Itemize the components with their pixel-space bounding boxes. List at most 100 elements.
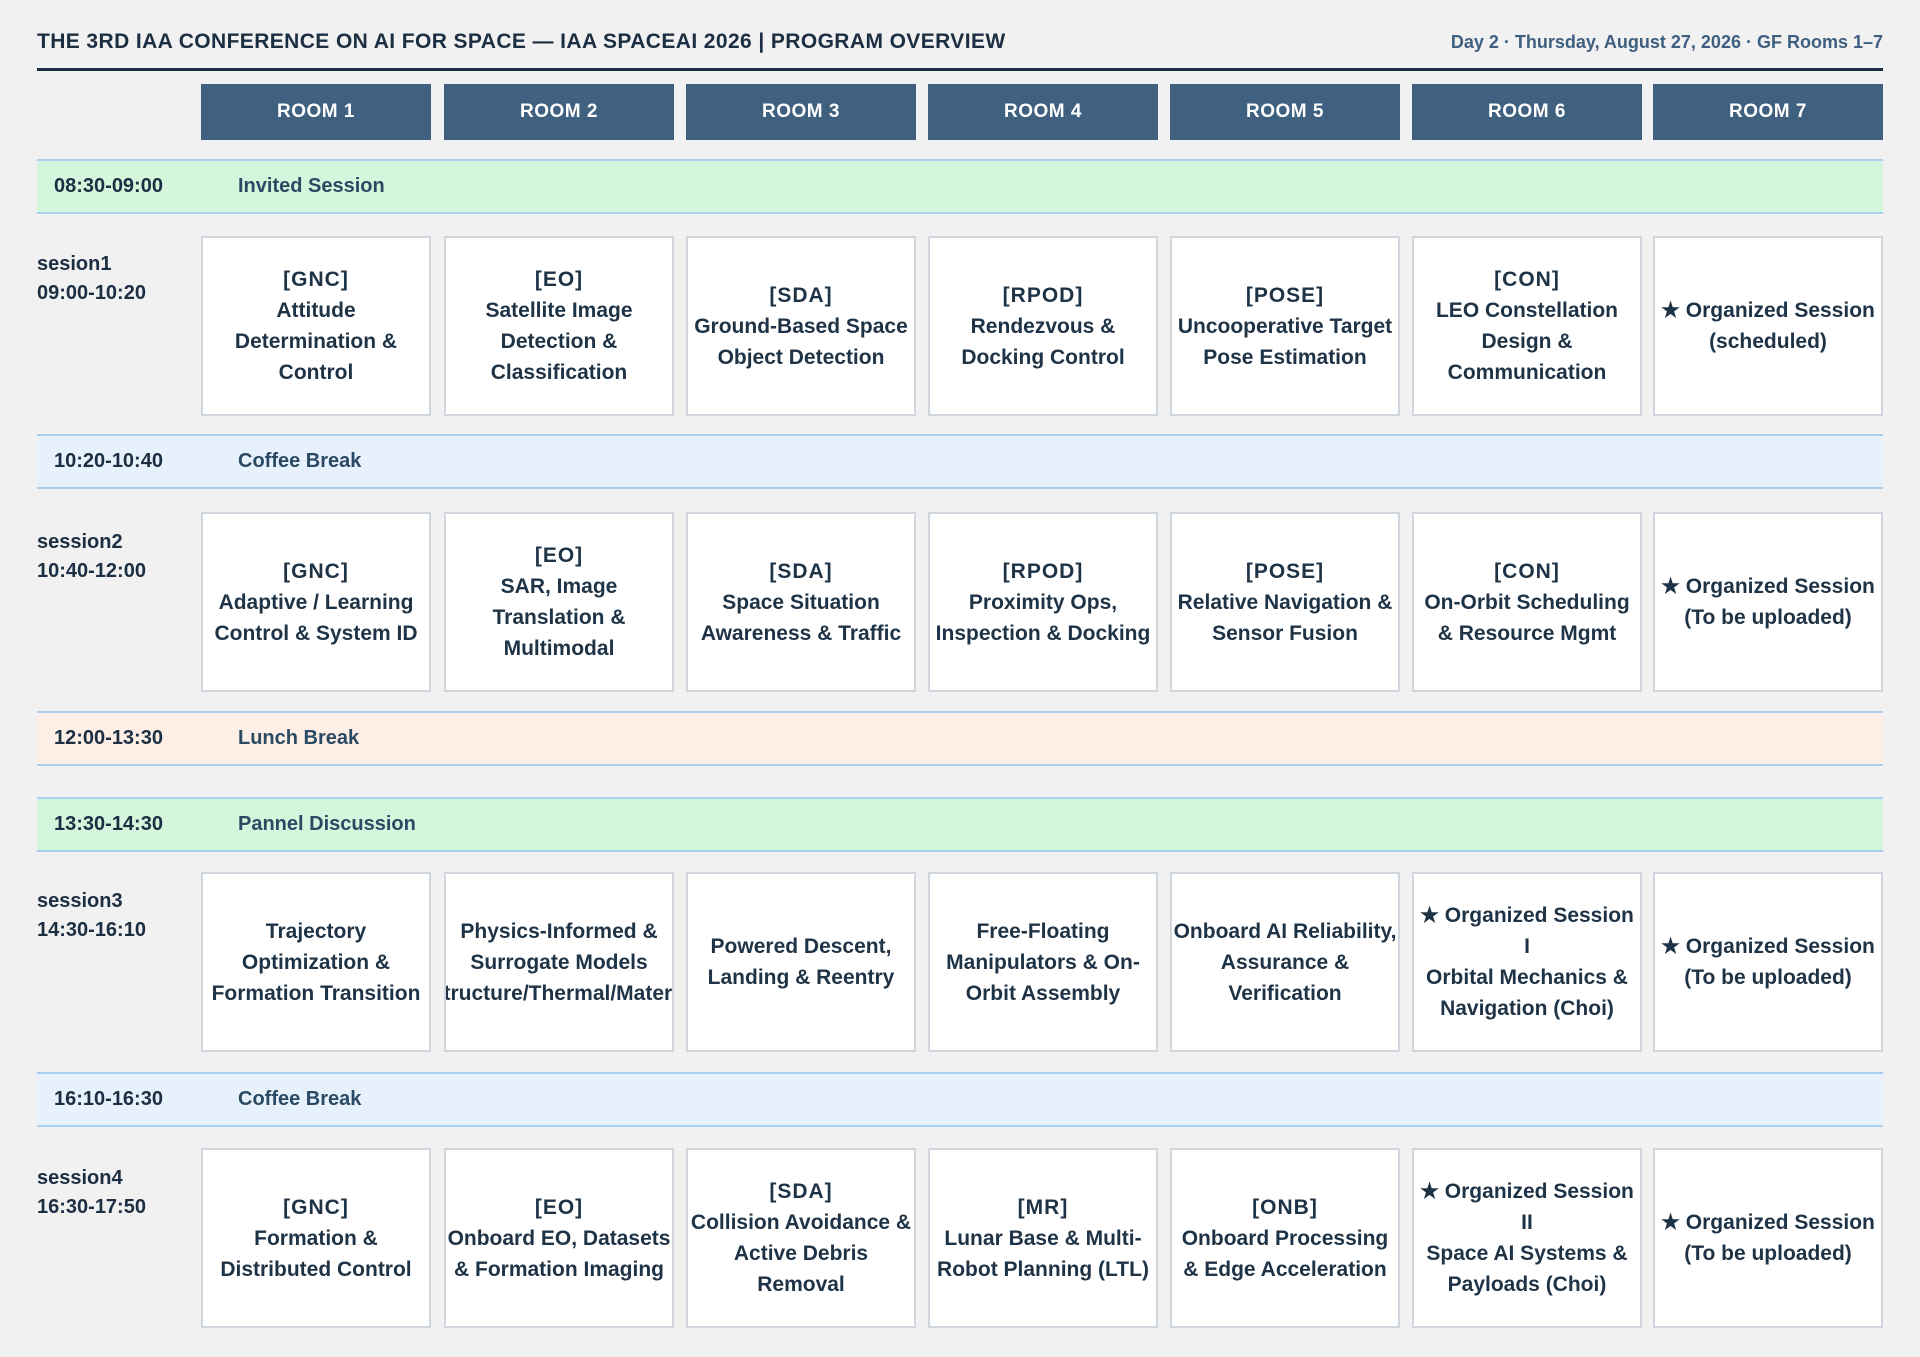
session-cell[interactable]: [EO] Satellite Image Detection & Classifica… bbox=[444, 236, 674, 416]
cell-text-line: Distributed Control bbox=[220, 1257, 412, 1281]
cell-text-line: Docking Control bbox=[961, 345, 1125, 369]
session-cell[interactable]: [MR] Lunar Base & Multi- Robot Planning (L… bbox=[928, 1148, 1158, 1328]
session-cell[interactable]: ★ Organized Session II Space AI Systems & P… bbox=[1412, 1148, 1642, 1328]
cell-text-line: II bbox=[1521, 1211, 1533, 1234]
session-cell[interactable]: ★ Organized Session I Orbital Mechanics & N… bbox=[1412, 872, 1642, 1052]
cell-text-line: Physics-Informed & bbox=[460, 919, 658, 943]
session-cell[interactable]: [SDA] Space Situation Awareness & Traffic bbox=[686, 512, 916, 692]
cell-text-line: Design & bbox=[1481, 330, 1573, 353]
track-tag: [RPOD] bbox=[1002, 283, 1084, 307]
session-cell[interactable]: ★ Organized Session (scheduled) bbox=[1653, 236, 1883, 416]
session-time: 14:30-16:10 bbox=[37, 919, 146, 941]
cell-text-line: & Formation Imaging bbox=[454, 1257, 664, 1281]
session-cell[interactable]: [GNC] Formation & Distributed Control bbox=[201, 1148, 431, 1328]
break-band: 12:00-13:30 Lunch Break bbox=[37, 711, 1883, 766]
track-tag: [SDA] bbox=[769, 559, 833, 583]
track-tag: [SDA] bbox=[769, 1180, 833, 1203]
session-cell[interactable]: Physics-Informed & Surrogate Models (Struc… bbox=[444, 872, 674, 1052]
band-label: Pannel Discussion bbox=[238, 813, 416, 835]
cell-text-line: Verification bbox=[1228, 981, 1342, 1005]
track-tag: [GNC] bbox=[283, 559, 349, 583]
cell-text-line: Powered Descent, bbox=[710, 935, 892, 958]
session-time: 10:40-12:00 bbox=[37, 560, 146, 582]
cell-text-line: Attitude bbox=[276, 299, 356, 322]
cell-text-line: Trajectory bbox=[265, 919, 367, 943]
cell-text-line: SAR, Image bbox=[500, 575, 618, 598]
room-header-6: ROOM 6 bbox=[1412, 84, 1642, 140]
session-label: session2 10:40-12:00 bbox=[37, 528, 146, 586]
track-tag: [CON] bbox=[1494, 268, 1560, 291]
session-cell[interactable]: Onboard AI Reliability, Assurance & Verifi… bbox=[1170, 872, 1400, 1052]
band-label: Coffee Break bbox=[238, 450, 362, 472]
session-cell[interactable]: Powered Descent, Landing & Reentry bbox=[686, 872, 916, 1052]
page-title: THE 3RD IAA CONFERENCE ON AI FOR SPACE —… bbox=[37, 30, 1006, 53]
session-cell[interactable]: Free-Floating Manipulators & On- Orbit Ass… bbox=[928, 872, 1158, 1052]
cell-text-line: & Edge Acceleration bbox=[1183, 1257, 1387, 1281]
session-name: session2 bbox=[37, 531, 123, 553]
session-time: 09:00-10:20 bbox=[37, 282, 146, 304]
cell-text-line: Surrogate Models bbox=[470, 950, 648, 974]
room-header-3: ROOM 3 bbox=[686, 84, 916, 140]
session-cell[interactable]: [EO] Onboard EO, Datasets & Formation Imag… bbox=[444, 1148, 674, 1328]
cell-text-line: Awareness & Traffic bbox=[700, 621, 902, 645]
session-cell[interactable]: [GNC] Attitude Determination & Control bbox=[201, 236, 431, 416]
break-band: 08:30-09:00 Invited Session bbox=[37, 159, 1883, 214]
cell-text-line: Uncooperative Target bbox=[1177, 314, 1393, 338]
session-cell[interactable]: [RPOD] Rendezvous & Docking Control bbox=[928, 236, 1158, 416]
session-cell[interactable]: ★ Organized Session (To be uploaded) bbox=[1653, 1148, 1883, 1328]
cell-text-line: Orbit Assembly bbox=[965, 981, 1121, 1005]
band-time: 08:30-09:00 bbox=[54, 175, 163, 197]
break-band: 13:30-14:30 Pannel Discussion bbox=[37, 797, 1883, 852]
program-overview-page: THE 3RD IAA CONFERENCE ON AI FOR SPACE —… bbox=[0, 0, 1920, 1357]
cell-text-line: Space Situation bbox=[722, 590, 880, 614]
track-tag: [SDA] bbox=[769, 283, 833, 307]
cell-text-line: Proximity Ops, bbox=[968, 590, 1118, 614]
track-tag: [EO] bbox=[534, 544, 584, 567]
cell-text-line: Classification bbox=[490, 361, 628, 384]
session-cell[interactable]: [EO] SAR, Image Translation & Multimodal bbox=[444, 512, 674, 692]
cell-text-line: ★ Organized Session bbox=[1661, 1211, 1875, 1234]
band-time: 12:00-13:30 bbox=[54, 727, 163, 749]
session-cell[interactable]: [CON] LEO Constellation Design & Communicat… bbox=[1412, 236, 1642, 416]
cell-text-line: Translation & bbox=[492, 606, 626, 629]
room-header-2: ROOM 2 bbox=[444, 84, 674, 140]
session-cell[interactable]: [SDA] Collision Avoidance & Active Debris R… bbox=[686, 1148, 916, 1328]
cell-text-line: Collision Avoidance & bbox=[690, 1211, 912, 1234]
band-time: 10:20-10:40 bbox=[54, 450, 163, 472]
session-cell[interactable]: [POSE] Uncooperative Target Pose Estimatio… bbox=[1170, 236, 1400, 416]
cell-text-line: Free-Floating bbox=[976, 919, 1110, 943]
cell-text-line: Inspection & Docking bbox=[935, 621, 1151, 645]
cell-text-line: LEO Constellation bbox=[1435, 299, 1618, 322]
cell-text-line: Object Detection bbox=[717, 345, 885, 369]
track-tag: [GNC] bbox=[283, 1195, 349, 1219]
cell-text-line: (To be uploaded) bbox=[1684, 1242, 1852, 1265]
room-header-4: ROOM 4 bbox=[928, 84, 1158, 140]
band-label: Coffee Break bbox=[238, 1088, 362, 1110]
session-name: sesion1 bbox=[37, 253, 112, 275]
cell-text-line: Assurance & bbox=[1220, 950, 1350, 974]
cell-text-line: Space AI Systems & bbox=[1426, 1242, 1628, 1265]
track-tag: [EO] bbox=[534, 1195, 584, 1219]
session-cell[interactable]: [RPOD] Proximity Ops, Inspection & Docking bbox=[928, 512, 1158, 692]
session-label: session3 14:30-16:10 bbox=[37, 887, 146, 945]
session-cell[interactable]: [SDA] Ground-Based Space Object Detection bbox=[686, 236, 916, 416]
track-tag: [POSE] bbox=[1245, 283, 1325, 307]
session-cell[interactable]: [GNC] Adaptive / Learning Control & System… bbox=[201, 512, 431, 692]
cell-text-line: On-Orbit Scheduling bbox=[1424, 590, 1630, 614]
session-cell[interactable]: Trajectory Optimization & Formation Transi… bbox=[201, 872, 431, 1052]
session-cell[interactable]: ★ Organized Session (To be uploaded) bbox=[1653, 872, 1883, 1052]
cell-text-line: Pose Estimation bbox=[1203, 345, 1367, 369]
session-cell[interactable]: [ONB] Onboard Processing & Edge Accelerati… bbox=[1170, 1148, 1400, 1328]
cell-text-line: Multimodal bbox=[503, 637, 615, 660]
band-label: Invited Session bbox=[238, 175, 385, 197]
session-label: sesion1 09:00-10:20 bbox=[37, 250, 146, 308]
track-tag: [EO] bbox=[534, 268, 584, 291]
track-tag: [GNC] bbox=[283, 268, 349, 291]
cell-text-line: Optimization & bbox=[241, 950, 391, 974]
session-cell[interactable]: [POSE] Relative Navigation & Sensor Fusion bbox=[1170, 512, 1400, 692]
cell-text-line: Landing & Reentry bbox=[707, 966, 895, 989]
cell-text-line: (Structure/Thermal/Material bbox=[444, 981, 673, 1005]
session-cell[interactable]: ★ Organized Session (To be uploaded) bbox=[1653, 512, 1883, 692]
session-cell[interactable]: [CON] On-Orbit Scheduling & Resource Mgmt bbox=[1412, 512, 1642, 692]
room-header-1: ROOM 1 bbox=[201, 84, 431, 140]
